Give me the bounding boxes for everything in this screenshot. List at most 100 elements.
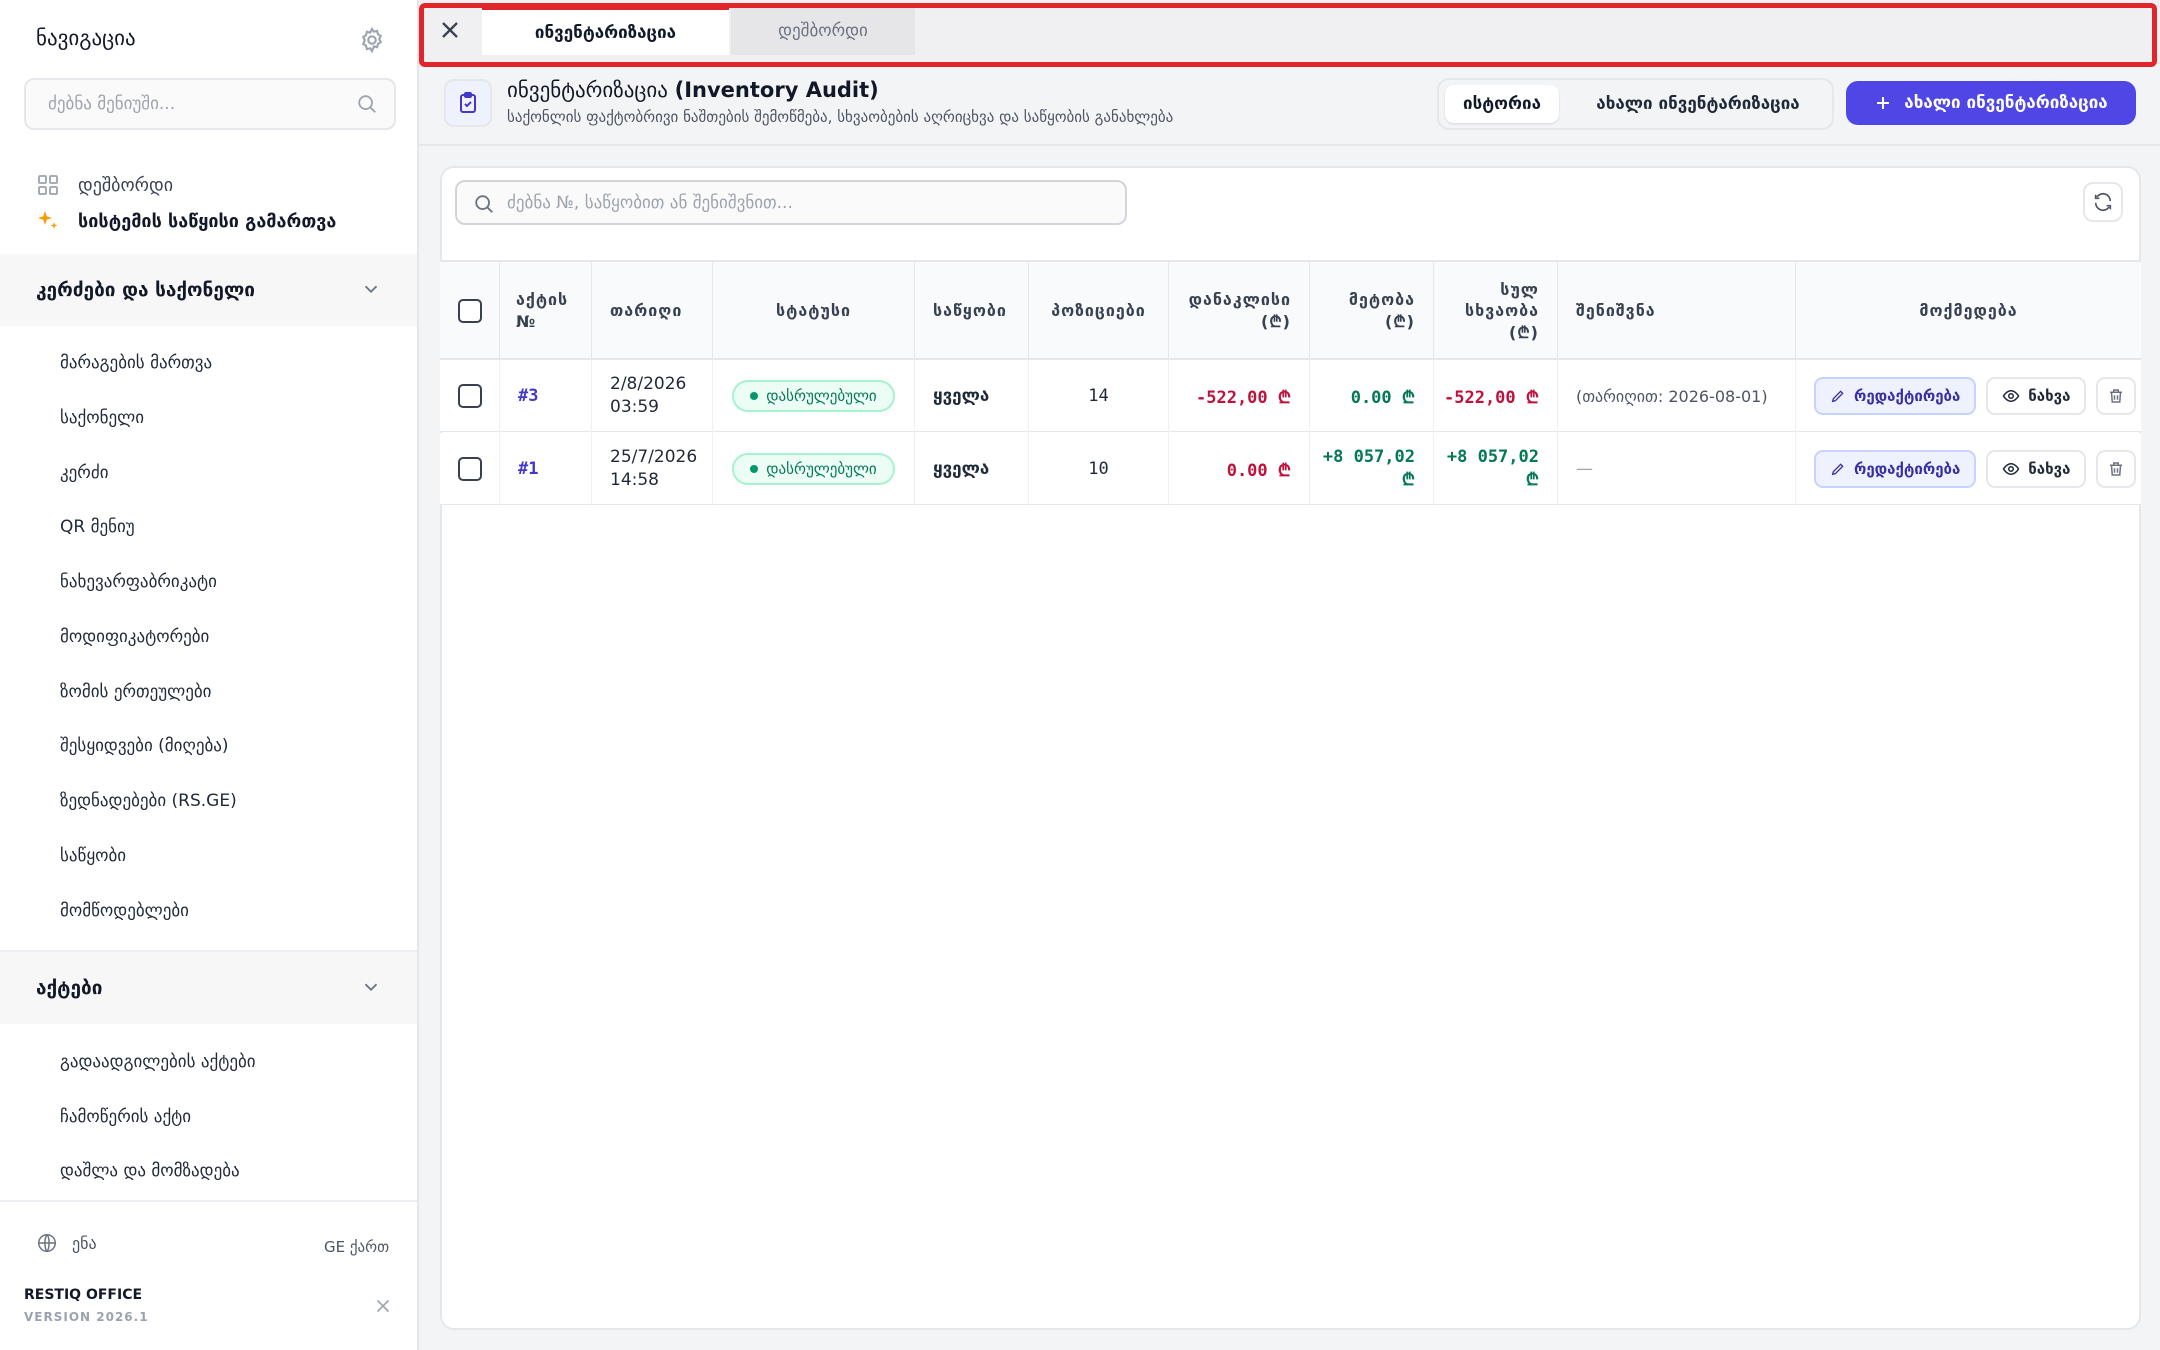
grid-icon: [38, 175, 58, 195]
toggle-history[interactable]: ისტორია: [1445, 85, 1559, 123]
cell-warehouse: ყველა: [915, 433, 1029, 505]
sidebar-item-writeoff-act[interactable]: ჩამოწერის აქტი: [60, 1107, 191, 1127]
sidebar-title: ნავიგაცია: [36, 26, 136, 50]
col-label: საწყობი: [933, 301, 1007, 321]
col-label: სხვაობა: [1465, 301, 1539, 321]
sidebar-search-input[interactable]: [48, 80, 348, 128]
view-button[interactable]: ნახვა: [1986, 450, 2087, 488]
language-value[interactable]: GE ქართ: [324, 1238, 389, 1256]
section-label: კერძები და საქონელი: [36, 279, 255, 301]
select-all-checkbox[interactable]: [457, 299, 482, 323]
sidebar-section-acts[interactable]: აქტები: [0, 952, 417, 1024]
view-button[interactable]: ნახვა: [1986, 377, 2087, 415]
sidebar-item-dashboard[interactable]: დეშბორდი: [36, 170, 173, 200]
sidebar-item-breakdown[interactable]: დაშლა და მომზადება: [60, 1161, 240, 1181]
delete-button[interactable]: [2096, 377, 2137, 415]
globe-icon: [38, 1234, 56, 1252]
sidebar-item-modifiers[interactable]: მოდიფიკატორები: [60, 627, 209, 647]
col-label: მეტობა: [1348, 290, 1415, 310]
row-checkbox-cell: [440, 433, 500, 505]
status-badge: დასრულებული: [732, 380, 895, 412]
chevron-down-icon: [364, 285, 378, 294]
surplus-unit: ₾: [1401, 470, 1415, 490]
divider: [419, 144, 2160, 146]
edit-button[interactable]: რედაქტირება: [1814, 450, 1977, 488]
col-positions[interactable]: პოზიციები: [1029, 262, 1169, 360]
col-status[interactable]: სტატუსი: [713, 262, 915, 360]
sidebar-item-transfer-acts[interactable]: გადაადგილების აქტები: [60, 1052, 256, 1072]
close-icon[interactable]: [436, 16, 464, 44]
cell-total-diff: +8 057,02 ₾: [1434, 433, 1558, 505]
col-act-no[interactable]: აქტის №: [500, 262, 592, 360]
page-title-en: (Inventory Audit): [674, 78, 879, 102]
act-link[interactable]: #1: [518, 459, 538, 479]
cell-status: დასრულებული: [713, 360, 915, 432]
col-label: შენიშვნა: [1576, 301, 1656, 321]
col-label: აქტის: [516, 290, 569, 310]
sidebar-section-products[interactable]: კერძები და საქონელი: [0, 254, 417, 326]
sidebar-item-qr-menu[interactable]: QR მენიუ: [60, 517, 135, 537]
cell-surplus: 0.00 ₾: [1310, 360, 1434, 432]
col-label: (₾): [1261, 312, 1291, 331]
close-icon[interactable]: [372, 1295, 394, 1317]
status-label: დასრულებული: [766, 460, 877, 478]
col-label: სტატუსი: [776, 301, 851, 321]
sidebar-item-waybills[interactable]: ზედნადებები (RS.GE): [60, 791, 237, 811]
chevron-down-icon: [364, 983, 378, 992]
cell-actions: რედაქტირება ნახვა: [1796, 433, 2141, 505]
col-total-diff[interactable]: სულ სხვაობა (₾): [1434, 262, 1558, 360]
col-label: №: [516, 312, 537, 331]
brand-name: RESTIQ OFFICE: [24, 1287, 143, 1303]
delete-button[interactable]: [2096, 450, 2137, 488]
col-surplus[interactable]: მეტობა (₾): [1310, 262, 1434, 360]
table-header: აქტის № თარიღი სტატუსი საწყობი პოზიციები …: [440, 260, 2141, 360]
cell-note: —: [1558, 433, 1796, 505]
sidebar-item-units[interactable]: ზომის ერთეულები: [60, 682, 211, 702]
refresh-button[interactable]: [2083, 182, 2123, 222]
tab-inventory[interactable]: ინვენტარიზაცია: [482, 7, 729, 55]
sidebar-item-goods[interactable]: საქონელი: [60, 408, 144, 428]
gear-icon[interactable]: [358, 26, 386, 54]
cell-surplus: +8 057,02 ₾: [1310, 433, 1434, 505]
date-value: 25/7/2026: [610, 447, 698, 468]
sidebar-item-warehouse[interactable]: საწყობი: [60, 846, 126, 866]
cell-shortage: 0.00 ₾: [1169, 433, 1310, 505]
tab-dashboard[interactable]: დეშბორდი: [731, 7, 915, 55]
page-title: ინვენტარიზაცია (Inventory Audit): [507, 78, 879, 102]
language-selector[interactable]: ენა: [36, 1232, 97, 1254]
table-row: #1 25/7/2026 14:58 დასრულებული ყველა 10 0…: [440, 433, 2141, 505]
page-title-ka: ინვენტარიზაცია: [507, 78, 675, 102]
view-label: ნახვა: [2028, 387, 2071, 405]
row-checkbox[interactable]: [457, 384, 482, 408]
clipboard-check-icon: [460, 92, 476, 113]
col-label: სულ: [1500, 279, 1539, 299]
col-actions: მოქმედება: [1796, 262, 2141, 360]
sidebar-item-stock[interactable]: მარაგების მართვა: [60, 353, 212, 373]
sidebar-item-dish[interactable]: კერძი: [60, 463, 109, 483]
col-shortage[interactable]: დანაკლისი (₾): [1169, 262, 1310, 360]
view-toggle: ისტორია ახალი ინვენტარიზაცია: [1437, 78, 1834, 130]
toggle-new-inventory[interactable]: ახალი ინვენტარიზაცია: [1569, 85, 1827, 123]
date-value: 2/8/2026: [610, 374, 687, 395]
col-label: პოზიციები: [1051, 301, 1146, 321]
time-value: 03:59: [610, 397, 659, 417]
col-label: (₾): [1385, 312, 1415, 331]
sidebar-item-semi-finished[interactable]: ნახევარფაბრიკატი: [60, 572, 217, 592]
new-inventory-button[interactable]: ახალი ინვენტარიზაცია: [1846, 81, 2136, 125]
status-dot: [750, 392, 759, 400]
col-note[interactable]: შენიშვნა: [1558, 262, 1796, 360]
cell-act-no: #1: [500, 433, 592, 505]
diff-unit: ₾: [1525, 470, 1539, 490]
table-search-input[interactable]: [507, 182, 1107, 223]
act-link[interactable]: #3: [518, 386, 538, 406]
col-warehouse[interactable]: საწყობი: [915, 262, 1029, 360]
row-checkbox[interactable]: [457, 457, 482, 481]
sidebar-item-suppliers[interactable]: მომწოდებლები: [60, 901, 189, 921]
sidebar-item-initial-setup[interactable]: სისტემის საწყისი გამართვა: [36, 206, 336, 236]
trash-icon: [2110, 462, 2123, 476]
pencil-icon: [1831, 390, 1844, 403]
table-row: #3 2/8/2026 03:59 დასრულებული ყველა 14 -5…: [440, 360, 2141, 432]
sidebar-item-purchases[interactable]: შესყიდვები (მიღება): [60, 736, 229, 756]
edit-button[interactable]: რედაქტირება: [1814, 377, 1977, 415]
col-date[interactable]: თარიღი: [592, 262, 713, 360]
